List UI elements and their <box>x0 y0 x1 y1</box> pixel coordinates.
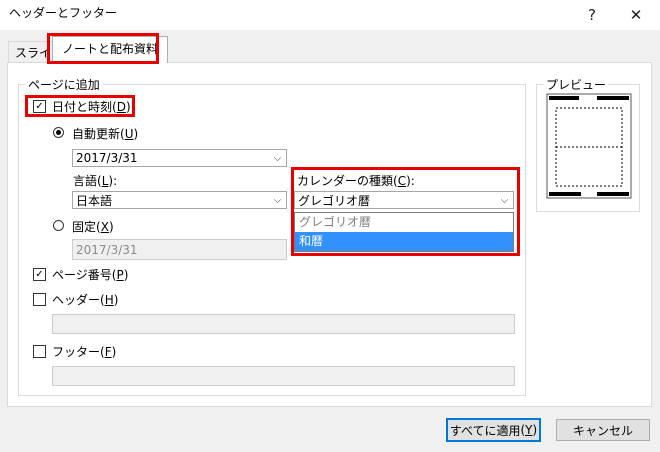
auto-update-radio[interactable] <box>53 127 64 138</box>
fixed-label[interactable]: 固定(X) <box>72 218 114 235</box>
auto-update-date-combo[interactable]: 2017/3/31 ⌵ <box>72 149 287 167</box>
preview-legend: プレビュー <box>544 76 609 93</box>
language-value: 日本語 <box>76 193 113 208</box>
cancel-button[interactable]: キャンセル <box>556 419 650 441</box>
language-combo[interactable]: 日本語 ⌵ <box>72 191 287 209</box>
footer-checkbox[interactable] <box>33 345 46 358</box>
apply-to-all-button[interactable]: すべてに適用(Y) <box>446 418 541 442</box>
chevron-down-icon[interactable]: ⌵ <box>496 192 513 208</box>
tab-highlight-box <box>47 33 159 64</box>
window-title: ヘッダーとフッター <box>9 6 118 20</box>
calendar-combo[interactable]: グレゴリオ暦 ⌵ <box>294 191 514 209</box>
header-label[interactable]: ヘッダー(H) <box>52 291 118 308</box>
calendar-option-japanese[interactable]: 和暦 <box>295 232 513 251</box>
calendar-label: カレンダーの種類(C): <box>297 174 415 188</box>
header-input[interactable] <box>52 314 515 334</box>
close-button[interactable]: ✕ <box>618 0 654 30</box>
include-on-page-legend: ページに追加 <box>25 76 103 93</box>
calendar-dropdown-list: グレゴリオ暦 和暦 <box>294 212 514 252</box>
auto-update-label[interactable]: 自動更新(U) <box>72 125 138 142</box>
page-number-checkbox[interactable]: ✓ <box>33 268 46 281</box>
fixed-date-field[interactable]: 2017/3/31 <box>72 239 287 260</box>
help-button[interactable]: ? <box>574 0 610 30</box>
footer-input[interactable] <box>52 366 515 386</box>
fixed-date-value: 2017/3/31 <box>76 242 138 257</box>
chevron-down-icon[interactable]: ⌵ <box>269 150 286 166</box>
fixed-radio[interactable] <box>53 220 64 231</box>
auto-update-date-value: 2017/3/31 <box>76 151 138 165</box>
chevron-down-icon[interactable]: ⌵ <box>269 192 286 208</box>
calendar-option-gregorian[interactable]: グレゴリオ暦 <box>295 213 513 232</box>
header-checkbox[interactable] <box>33 293 46 306</box>
calendar-value: グレゴリオ暦 <box>298 193 371 208</box>
preview-image <box>546 93 632 199</box>
date-time-label[interactable]: 日付と時刻(D) <box>52 98 131 115</box>
footer-label[interactable]: フッター(F) <box>52 343 116 360</box>
page-number-label[interactable]: ページ番号(P) <box>52 266 128 283</box>
language-label: 言語(L): <box>73 174 118 188</box>
date-time-checkbox[interactable]: ✓ <box>33 100 46 113</box>
